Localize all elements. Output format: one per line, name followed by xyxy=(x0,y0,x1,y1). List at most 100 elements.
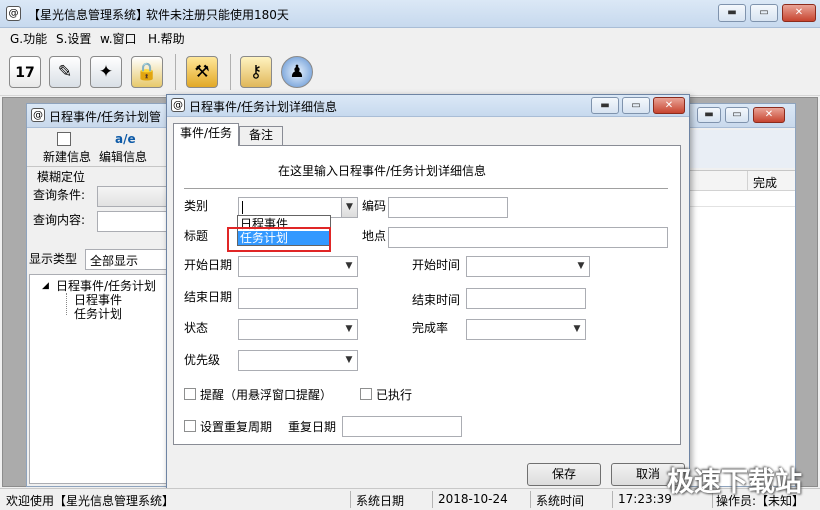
app-logo-icon[interactable]: @ xyxy=(6,6,21,21)
dialog-maximize-button[interactable]: ▭ xyxy=(622,97,650,114)
tie-person-icon[interactable]: ♟ xyxy=(281,56,313,88)
status-label: 状态 xyxy=(184,321,209,335)
end-time-input[interactable] xyxy=(466,288,586,309)
repeat-label: 设置重复周期 xyxy=(200,420,273,434)
dialog-close-button[interactable]: ✕ xyxy=(653,97,685,114)
display-type-value: 全部显示 xyxy=(90,254,139,268)
new-doc-icon[interactable] xyxy=(57,132,71,146)
close-icon: ✕ xyxy=(764,109,774,120)
status-separator xyxy=(350,491,351,508)
minimize-icon: ▬ xyxy=(600,100,610,111)
schedule-manager-titlebar[interactable]: @ 日程事件/任务计划管 xyxy=(27,104,175,128)
lock-icon[interactable]: 🔒 xyxy=(131,56,163,88)
grid-column-divider xyxy=(747,171,748,191)
maximize-icon: ▭ xyxy=(732,109,742,120)
executed-checkbox[interactable] xyxy=(360,388,372,400)
remind-label: 提醒（用悬浮窗口提醒） xyxy=(200,388,333,402)
status-separator xyxy=(612,491,613,508)
maximize-icon: ▭ xyxy=(759,7,769,18)
status-date-value: 2018-10-24 xyxy=(438,492,508,506)
menu-function[interactable]: G.功能 xyxy=(10,30,47,47)
end-date-label: 结束日期 xyxy=(184,290,233,304)
code-label: 编码 xyxy=(362,199,387,213)
child-close-button[interactable]: ✕ xyxy=(753,107,785,123)
start-date-picker[interactable]: ▼ xyxy=(238,256,358,277)
status-combo[interactable]: ▼ xyxy=(238,319,358,340)
highlight-box xyxy=(227,227,331,252)
keys-icon[interactable]: ⚷ xyxy=(240,56,272,88)
edit-doc-icon[interactable]: a/e xyxy=(115,132,136,146)
close-icon: ✕ xyxy=(664,100,674,111)
location-input[interactable] xyxy=(388,227,668,248)
main-titlebar: @ 【星光信息管理系统】 软件未注册只能使用180天 ▬ ▭ ✕ xyxy=(0,0,820,28)
calendar-icon[interactable]: 17 xyxy=(9,56,41,88)
tree-expander-icon[interactable]: ◢ xyxy=(42,281,49,291)
chevron-down-icon[interactable]: ▼ xyxy=(341,320,357,339)
dialog-minimize-button[interactable]: ▬ xyxy=(591,97,619,114)
completion-combo[interactable]: ▼ xyxy=(466,319,586,340)
new-info-button[interactable]: 新建信息 xyxy=(43,148,91,165)
app-title-name: 【星光信息管理系统】 xyxy=(28,8,149,22)
end-time-label: 结束时间 xyxy=(412,293,461,307)
detail-dialog: @ 日程事件/任务计划详细信息 ▬ ▭ ✕ 事件/任务 备注 在这里输入日程事件… xyxy=(166,94,690,490)
chevron-down-icon[interactable]: ▼ xyxy=(341,257,357,276)
menu-help[interactable]: H.帮助 xyxy=(148,30,185,47)
minimize-button[interactable]: ▬ xyxy=(718,4,746,22)
minimize-icon: ▬ xyxy=(704,109,714,120)
tools-icon[interactable]: ⚒ xyxy=(186,56,218,88)
tab-event-task[interactable]: 事件/任务 xyxy=(173,123,239,146)
child-minimize-button[interactable]: ▬ xyxy=(697,107,721,123)
category-label: 类别 xyxy=(184,199,209,213)
menu-bar: G.功能 S.设置 w.窗口 H.帮助 xyxy=(0,28,820,48)
display-type-combo[interactable]: 全部显示 xyxy=(85,249,175,270)
category-tree: ◢ 日程事件/任务计划 日程事件 任务计划 xyxy=(29,274,173,484)
status-separator xyxy=(432,491,433,508)
main-toolbar: 17 ✎ ✦ 🔒 ⚒ ⚷ ♟ xyxy=(0,48,820,96)
repeat-date-input[interactable] xyxy=(342,416,462,437)
completion-label: 完成率 xyxy=(412,321,449,335)
priority-label: 优先级 xyxy=(184,353,221,367)
chevron-down-icon[interactable]: ▼ xyxy=(573,257,589,276)
child-maximize-button[interactable]: ▭ xyxy=(725,107,749,123)
watermark-text: 极速下载站 xyxy=(667,467,802,498)
edit-info-button[interactable]: 编辑信息 xyxy=(99,148,147,165)
toolbar-separator xyxy=(175,54,176,90)
query-condition-label: 查询条件: xyxy=(33,188,86,202)
chevron-down-icon[interactable]: ▼ xyxy=(341,198,357,217)
query-condition-combo[interactable] xyxy=(97,186,175,207)
pen-icon[interactable]: ✎ xyxy=(49,56,81,88)
query-content-input[interactable] xyxy=(97,211,175,232)
compass-icon[interactable]: ✦ xyxy=(90,56,122,88)
priority-combo[interactable]: ▼ xyxy=(238,350,358,371)
maximize-button[interactable]: ▭ xyxy=(750,4,778,22)
dialog-titlebar[interactable]: @ 日程事件/任务计划详细信息 ▬ ▭ ✕ xyxy=(167,95,689,117)
maximize-icon: ▭ xyxy=(631,100,641,111)
heading-divider xyxy=(184,188,668,190)
close-button[interactable]: ✕ xyxy=(782,4,816,22)
remind-checkbox[interactable] xyxy=(184,388,196,400)
menu-settings[interactable]: S.设置 xyxy=(56,30,91,47)
event-task-panel: 在这里输入日程事件/任务计划详细信息 类别 ▼ 编码 标题 地点 开始日期 ▼ … xyxy=(173,145,681,445)
chevron-down-icon[interactable]: ▼ xyxy=(569,320,585,339)
status-time-label: 系统时间 xyxy=(536,494,585,508)
location-label: 地点 xyxy=(362,229,387,243)
query-content-label: 查询内容: xyxy=(33,213,86,227)
tree-item-tasks[interactable]: 任务计划 xyxy=(74,305,122,322)
minimize-icon: ▬ xyxy=(727,7,737,18)
column-complete[interactable]: 完成 xyxy=(753,174,777,191)
end-date-input[interactable] xyxy=(238,288,358,309)
schedule-manager-window: @ 日程事件/任务计划管 新建信息 a/e 编辑信息 模糊定位 查询条件: 查询… xyxy=(26,103,176,487)
start-time-picker[interactable]: ▼ xyxy=(466,256,590,277)
repeat-checkbox[interactable] xyxy=(184,420,196,432)
status-welcome: 欢迎使用【星光信息管理系统】 xyxy=(6,494,175,508)
menu-window[interactable]: w.窗口 xyxy=(100,30,137,47)
start-date-label: 开始日期 xyxy=(184,258,233,272)
title-label: 标题 xyxy=(184,229,209,243)
tree-line xyxy=(66,293,67,315)
tab-remarks[interactable]: 备注 xyxy=(239,126,283,145)
code-input[interactable] xyxy=(388,197,508,218)
dialog-logo-icon: @ xyxy=(171,98,185,112)
calendar-day: 17 xyxy=(15,65,35,81)
chevron-down-icon[interactable]: ▼ xyxy=(341,351,357,370)
save-button[interactable]: 保存 xyxy=(527,463,601,486)
